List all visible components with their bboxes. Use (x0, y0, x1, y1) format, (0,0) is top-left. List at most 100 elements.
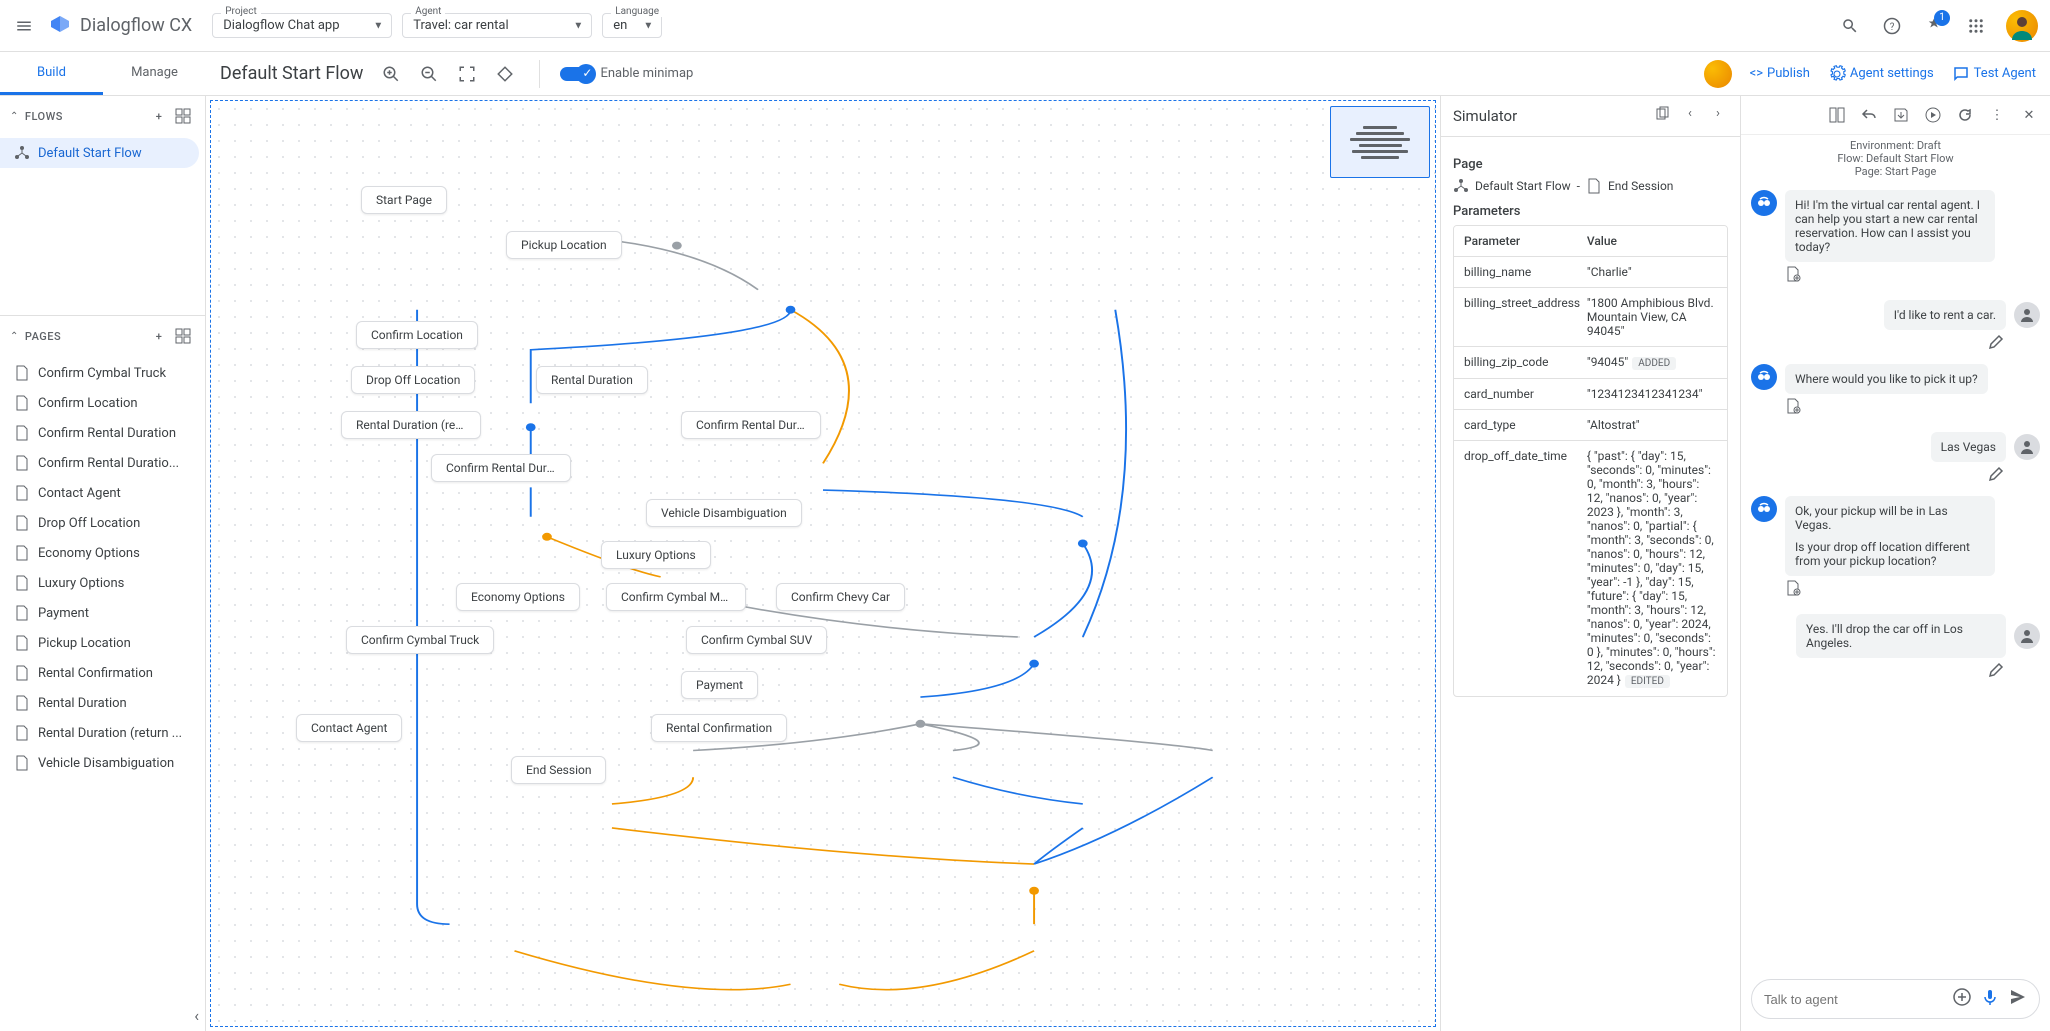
add-flow-icon[interactable]: + (147, 104, 171, 128)
collapse-sidebar-icon[interactable]: ‹ (194, 1006, 199, 1025)
save-icon[interactable] (1890, 104, 1912, 126)
page-icon (14, 725, 30, 741)
attachment-icon[interactable] (1751, 394, 2040, 418)
grid-view-icon[interactable] (171, 104, 195, 128)
sidebar-page-item[interactable]: Pickup Location (0, 628, 199, 658)
sidebar-page-item[interactable]: Rental Confirmation (0, 658, 199, 688)
agent-message: Hi! I'm the virtual car rental agent. I … (1751, 190, 2040, 262)
node-pickup-location[interactable]: Pickup Location (506, 231, 622, 259)
play-icon[interactable] (1922, 104, 1944, 126)
sidebar-page-item[interactable]: Drop Off Location (0, 508, 199, 538)
sidebar-page-item[interactable]: Economy Options (0, 538, 199, 568)
test-agent-button[interactable]: Test Agent (1952, 65, 2036, 83)
page-path: Default Start Flow - End Session (1453, 178, 1728, 194)
minimap[interactable] (1330, 106, 1430, 178)
node-confirm-cymbal-moto[interactable]: Confirm Cymbal Moto... (606, 583, 746, 611)
node-drop-off-location[interactable]: Drop Off Location (351, 366, 475, 394)
publish-button[interactable]: <>Publish (1750, 66, 1810, 81)
apps-icon[interactable] (1964, 14, 1988, 38)
user-presence-avatar[interactable] (1704, 60, 1732, 88)
node-luxury-options[interactable]: Luxury Options (601, 541, 711, 569)
send-icon[interactable] (2009, 988, 2027, 1010)
node-contact-agent[interactable]: Contact Agent (296, 714, 402, 742)
project-selector[interactable]: Project Dialogflow Chat app ▼ (212, 13, 392, 38)
sidebar-page-item[interactable]: Confirm Cymbal Truck (0, 358, 199, 388)
fit-screen-icon[interactable] (453, 60, 481, 88)
attachment-icon[interactable] (1751, 576, 2040, 600)
zoom-in-icon[interactable] (377, 60, 405, 88)
node-confirm-rental-duration-2[interactable]: Confirm Rental Durati... (681, 411, 821, 439)
node-confirm-location[interactable]: Confirm Location (356, 321, 478, 349)
sidebar-page-item[interactable]: Confirm Location (0, 388, 199, 418)
param-row[interactable]: billing_zip_code"94045"ADDED (1454, 347, 1727, 379)
language-selector[interactable]: Language en ▼ (602, 13, 662, 38)
search-icon[interactable] (1838, 14, 1862, 38)
chevron-up-icon[interactable]: ⌃ (10, 111, 19, 122)
more-icon[interactable]: ⋮ (1986, 104, 2008, 126)
copy-icon[interactable] (1652, 106, 1672, 126)
user-avatar-icon (2014, 302, 2040, 328)
node-start-page[interactable]: Start Page (361, 186, 447, 214)
param-row[interactable]: card_number"1234123412341234" (1454, 379, 1727, 410)
close-icon[interactable]: ✕ (2018, 104, 2040, 126)
page-icon (14, 695, 30, 711)
refresh-icon[interactable] (1954, 104, 1976, 126)
node-rental-duration[interactable]: Rental Duration (536, 366, 648, 394)
node-confirm-cymbal-truck[interactable]: Confirm Cymbal Truck (346, 626, 494, 654)
node-rental-confirmation[interactable]: Rental Confirmation (651, 714, 787, 742)
mic-icon[interactable] (1981, 988, 1999, 1010)
chevron-down-icon: ▼ (573, 20, 583, 31)
sidebar-page-item[interactable]: Rental Duration (return ... (0, 718, 199, 748)
zoom-out-icon[interactable] (415, 60, 443, 88)
grid-view-icon[interactable] (171, 324, 195, 348)
add-page-icon[interactable]: + (147, 324, 171, 348)
sidebar-page-item[interactable]: Confirm Rental Duration (0, 418, 199, 448)
sidebar-page-item[interactable]: Contact Agent (0, 478, 199, 508)
agent-settings-button[interactable]: Agent settings (1828, 65, 1934, 83)
add-payload-icon[interactable] (1953, 988, 1971, 1010)
sidebar-page-item[interactable]: Payment (0, 598, 199, 628)
sidebar-page-item[interactable]: Vehicle Disambiguation (0, 748, 199, 778)
simulator-panel: Simulator ‹ › Page Default Start Flow - … (1440, 96, 1740, 1031)
chat-toolbar: ⋮ ✕ (1741, 96, 2050, 135)
sidebar-page-item[interactable]: Confirm Rental Duratio... (0, 448, 199, 478)
agent-selector[interactable]: Agent Travel: car rental ▼ (402, 13, 592, 38)
tab-manage[interactable]: Manage (103, 53, 206, 95)
account-avatar[interactable] (2006, 10, 2038, 42)
chat-input[interactable] (1751, 979, 2040, 1019)
node-economy-options[interactable]: Economy Options (456, 583, 580, 611)
param-row[interactable]: billing_name"Charlie" (1454, 257, 1727, 288)
node-rental-duration-return[interactable]: Rental Duration (retur... (341, 411, 481, 439)
edit-icon[interactable] (1751, 462, 2040, 482)
flow-canvas[interactable]: Start Page Pickup Location Confirm Locat… (206, 96, 1440, 1031)
chat-text-field[interactable] (1764, 992, 1945, 1007)
menu-icon[interactable] (12, 14, 36, 38)
node-confirm-rental-duration-1[interactable]: Confirm Rental Durati... (431, 454, 571, 482)
sidebar-flow-item[interactable]: Default Start Flow (0, 138, 199, 168)
node-end-session[interactable]: End Session (511, 756, 606, 784)
undo-icon[interactable] (1858, 104, 1880, 126)
sidebar-page-item[interactable]: Luxury Options (0, 568, 199, 598)
param-row[interactable]: billing_street_address"1800 Amphibious B… (1454, 288, 1727, 347)
attachment-icon[interactable] (1751, 262, 2040, 286)
help-icon[interactable]: ? (1880, 14, 1904, 38)
node-confirm-cymbal-suv[interactable]: Confirm Cymbal SUV (686, 626, 827, 654)
tab-build[interactable]: Build (0, 53, 103, 95)
sidebar-page-item[interactable]: Rental Duration (0, 688, 199, 718)
chat-icon (1952, 65, 1970, 83)
param-row[interactable]: card_type"Altostrat" (1454, 410, 1727, 441)
prev-icon[interactable]: ‹ (1680, 106, 1700, 126)
next-icon[interactable]: › (1708, 106, 1728, 126)
edit-icon[interactable] (1751, 658, 2040, 678)
node-vehicle-disambiguation[interactable]: Vehicle Disambiguation (646, 499, 802, 527)
node-confirm-chevy-car[interactable]: Confirm Chevy Car (776, 583, 905, 611)
flow-icon (1453, 178, 1469, 194)
minimap-toggle[interactable]: ✓ Enable minimap (560, 66, 693, 81)
layout-icon[interactable] (1826, 104, 1848, 126)
param-row[interactable]: drop_off_date_time{ "past": { "day": 15,… (1454, 441, 1727, 696)
node-payment[interactable]: Payment (681, 671, 758, 699)
chevron-up-icon[interactable]: ⌃ (10, 331, 19, 342)
reset-view-icon[interactable] (491, 60, 519, 88)
notifications-icon[interactable]: 1 (1922, 14, 1946, 38)
edit-icon[interactable] (1751, 330, 2040, 350)
